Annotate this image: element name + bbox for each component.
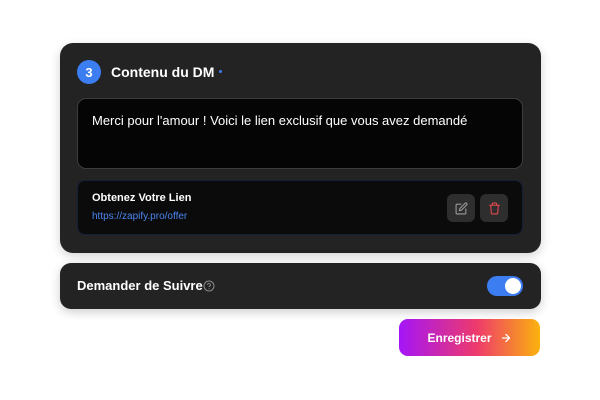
edit-icon [455, 201, 468, 214]
link-url[interactable]: https://zapify.pro/offer [92, 211, 187, 222]
link-title: Obtenez Votre Lien [92, 192, 192, 204]
required-dot [219, 70, 222, 73]
arrow-right-icon [501, 333, 510, 342]
ask-to-follow-card: Demander de Suivre [60, 263, 541, 309]
toggle-knob [505, 278, 521, 294]
trash-icon [488, 202, 500, 214]
ask-to-follow-label: Demander de Suivre [77, 278, 203, 293]
save-button-label: Enregistrer [427, 330, 492, 345]
link-button-card: Obtenez Votre Lien https://zapify.pro/of… [77, 180, 523, 235]
dm-message-textarea[interactable]: Merci pour l'amour ! Voici le lien exclu… [77, 98, 523, 169]
help-circle-icon[interactable] [203, 280, 215, 292]
edit-link-button[interactable] [447, 194, 475, 222]
dm-card-title: Contenu du DM [111, 64, 215, 80]
save-button[interactable]: Enregistrer [399, 319, 540, 356]
dm-content-card: 3 Contenu du DM Merci pour l'amour ! Voi… [60, 43, 541, 253]
ask-to-follow-toggle[interactable] [487, 276, 523, 296]
delete-link-button[interactable] [480, 194, 508, 222]
step-number-badge: 3 [77, 60, 101, 84]
